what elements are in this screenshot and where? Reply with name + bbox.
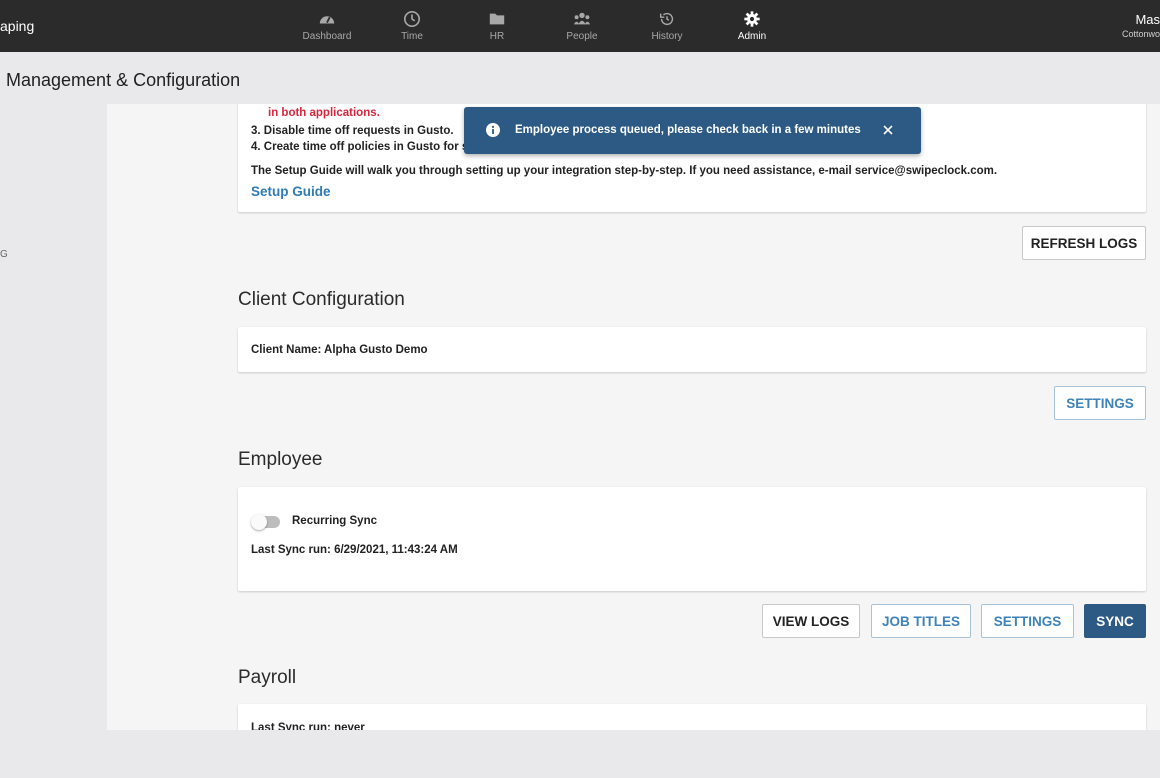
dashboard-gauge-icon	[319, 16, 335, 24]
setup-guide-description: The Setup Guide will walk you through se…	[251, 165, 998, 177]
employee-last-sync: Last Sync run: 6/29/2021, 11:43:24 AM	[251, 544, 458, 556]
nav-item-admin[interactable]: Admin	[717, 10, 787, 42]
view-logs-button[interactable]: VIEW LOGS	[762, 604, 860, 638]
user-company: Cottonwo	[1121, 29, 1160, 39]
people-icon	[573, 12, 591, 25]
nav-label-time: Time	[401, 31, 423, 42]
employee-settings-button[interactable]: SETTINGS	[981, 604, 1074, 638]
info-icon	[486, 123, 500, 137]
close-icon[interactable]	[881, 123, 895, 137]
user-menu[interactable]: Mas Cottonwo	[1122, 12, 1160, 40]
client-settings-button[interactable]: SETTINGS	[1054, 386, 1146, 420]
setup-guide-link[interactable]: Setup Guide	[251, 184, 331, 199]
employee-section-title: Employee	[238, 449, 323, 470]
nav-item-people[interactable]: People	[547, 10, 617, 42]
refresh-logs-button[interactable]: REFRESH LOGS	[1022, 226, 1146, 260]
nav-item-time[interactable]: Time	[377, 10, 447, 42]
gear-icon	[744, 11, 760, 27]
setup-step-3: 3. Disable time off requests in Gusto.	[251, 125, 454, 137]
client-configuration-card: Client Name: Alpha Gusto Demo	[238, 327, 1146, 372]
payroll-last-sync: Last Sync run: never	[251, 722, 365, 730]
employee-card: Recurring Sync Last Sync run: 6/29/2021,…	[238, 487, 1146, 591]
nav-label-history: History	[651, 31, 683, 42]
nav-item-hr[interactable]: HR	[462, 10, 532, 42]
app-brand[interactable]: aping	[0, 18, 34, 34]
nav-label-admin: Admin	[737, 31, 767, 42]
client-name-text: Client Name: Alpha Gusto Demo	[251, 344, 428, 356]
job-titles-button[interactable]: JOB TITLES	[871, 604, 971, 638]
nav-label-hr: HR	[489, 31, 505, 42]
main-content[interactable]: in both applications. 3. Disable time of…	[107, 104, 1160, 730]
recurring-sync-toggle[interactable]	[251, 514, 280, 530]
toggle-knob	[251, 514, 267, 530]
page-title: Management & Configuration	[6, 70, 241, 90]
sync-button[interactable]: SYNC	[1084, 604, 1146, 638]
history-icon	[659, 12, 674, 26]
payroll-section-title: Payroll	[238, 667, 297, 688]
setup-warning-text: in both applications.	[268, 107, 380, 119]
folder-icon	[489, 13, 505, 25]
setup-step-4: 4. Create time off policies in Gusto for…	[251, 141, 469, 153]
top-nav-bar: aping Dashboard Time HR People History A…	[0, 0, 1160, 52]
sidebar-item-label[interactable]: G	[0, 249, 8, 260]
notification-toast: Employee process queued, please check ba…	[464, 107, 921, 154]
toast-message: Employee process queued, please check ba…	[515, 124, 861, 136]
nav-item-history[interactable]: History	[632, 10, 702, 42]
user-name: Mas	[1135, 12, 1160, 27]
client-configuration-title: Client Configuration	[238, 289, 405, 310]
nav-label-dashboard: Dashboard	[302, 31, 352, 42]
nav-item-dashboard[interactable]: Dashboard	[292, 10, 362, 42]
recurring-sync-label: Recurring Sync	[292, 515, 377, 527]
payroll-card: Last Sync run: never	[238, 704, 1146, 730]
clock-icon	[403, 10, 421, 28]
nav-label-people: People	[566, 31, 598, 42]
